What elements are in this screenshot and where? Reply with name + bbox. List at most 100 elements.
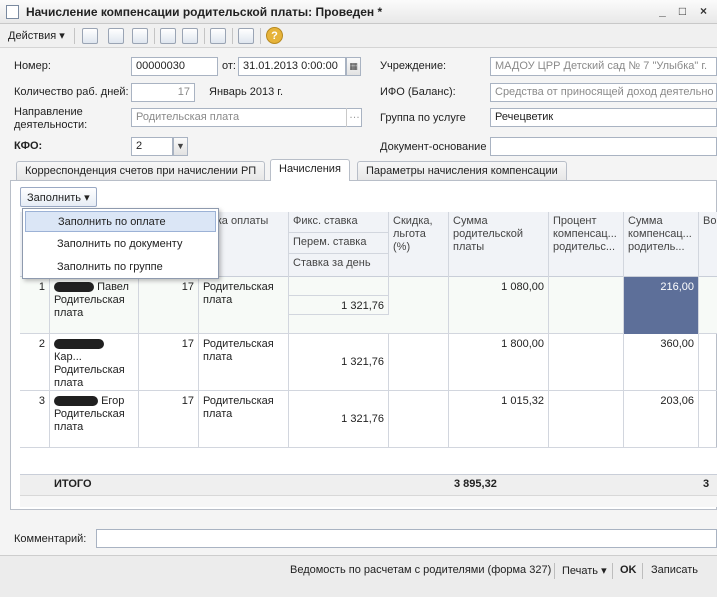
ellipsis-icon[interactable]: … [346, 108, 362, 127]
basis-field[interactable] [490, 137, 717, 156]
workdays-field[interactable]: 17 [131, 83, 195, 102]
menu-item-fill-by-document[interactable]: Заполнить по документу [25, 234, 216, 255]
fill-button-label: Заполнить [27, 192, 82, 204]
tab-correspondence[interactable]: Корреспонденция счетов при начислении РП [16, 161, 266, 181]
day-rate-cell[interactable]: 1 321,76 [289, 296, 389, 315]
tab-parameters[interactable]: Параметры начисления компенсации [357, 161, 567, 181]
child-kind: Родительская плата [54, 408, 125, 433]
basis-label: Документ-основание [380, 141, 487, 153]
day-rate-cell[interactable]: 1 321,76 [289, 391, 389, 448]
actions-label: Действия [8, 30, 57, 42]
child-name-cell[interactable]: Павел Родительская плата [50, 277, 139, 334]
document-movements-icon[interactable] [182, 28, 198, 44]
comp-percent-cell[interactable] [549, 334, 624, 391]
document-icon [6, 5, 19, 19]
horizontal-scrollbar[interactable] [20, 495, 717, 507]
extra-header: Во [703, 215, 717, 227]
days-cell[interactable]: 17 [139, 334, 199, 391]
totals-extra: 3 [703, 478, 710, 490]
service-group-label: Группа по услуге [380, 112, 466, 124]
toolbar-separator [154, 28, 155, 44]
ifo-label: ИФО (Баланс): [380, 86, 456, 98]
minimize-button[interactable]: _ [655, 4, 670, 19]
report-icon[interactable] [238, 28, 254, 44]
day-rate-cell[interactable]: 1 321,76 [289, 334, 389, 391]
menu-item-fill-by-payment[interactable]: Заполнить по оплате [25, 211, 216, 232]
totals-row [20, 474, 717, 495]
discount-cell[interactable] [389, 277, 449, 334]
parent-sum-header: Сумма родительской платы [449, 212, 549, 277]
kfo-label: КФО: [14, 140, 43, 152]
fixed-rate-header: Фикс. ставка [289, 212, 389, 233]
based-on-icon[interactable] [160, 28, 176, 44]
save-button[interactable]: Записать [651, 564, 698, 576]
menu-item-fill-by-group[interactable]: Заполнить по группе [25, 257, 216, 278]
discount-header: Скидка, льгота (%) [389, 212, 449, 277]
post-document-icon[interactable] [82, 28, 98, 44]
close-button[interactable]: × [696, 4, 711, 19]
report-form-327-button[interactable]: Ведомость по расчетам с родителями (форм… [290, 564, 551, 576]
comp-percent-cell[interactable] [549, 391, 624, 448]
parent-sum-cell[interactable]: 1 015,32 [449, 391, 549, 448]
child-kind: Родительская плата [54, 364, 125, 389]
direction-label-line2: деятельности: [14, 119, 88, 131]
number-field[interactable]: 00000030 [131, 57, 218, 76]
chevron-down-icon[interactable]: ▼ [173, 137, 188, 156]
tab-accruals[interactable]: Начисления [270, 159, 350, 181]
comp-sum-cell[interactable]: 203,06 [624, 391, 699, 448]
window-title: Начисление компенсации родительской плат… [26, 5, 383, 19]
discount-cell[interactable] [389, 391, 449, 448]
child-name-cell[interactable]: Егор Родительская плата [50, 391, 139, 448]
service-group-field[interactable]: Речецветик [490, 108, 717, 127]
print-button[interactable]: Печать ▾ [562, 564, 607, 577]
comment-field[interactable] [96, 529, 717, 548]
comp-sum-cell-selected[interactable]: 216,00 [624, 277, 699, 334]
row-number: 3 [20, 391, 50, 448]
footer-separator [612, 563, 613, 579]
child-name: Егор [101, 395, 125, 407]
chevron-down-icon: ▾ [59, 30, 65, 42]
days-cell[interactable]: 17 [139, 277, 199, 334]
totals-label: ИТОГО [54, 478, 92, 490]
ifo-field[interactable]: Средства от приносящей доход деятельно [490, 83, 717, 102]
comp-sum-header: Сумма компенсац... родитель... [624, 212, 699, 277]
days-cell[interactable]: 17 [139, 391, 199, 448]
toolbar-separator [74, 28, 75, 44]
fixed-rate-cell[interactable] [289, 277, 389, 296]
discount-cell[interactable] [389, 334, 449, 391]
comp-percent-cell[interactable] [549, 277, 624, 334]
period-text: Январь 2013 г. [209, 86, 284, 98]
structure-icon[interactable] [108, 28, 124, 44]
variable-rate-header: Перем. ставка [289, 233, 389, 254]
parent-sum-cell[interactable]: 1 080,00 [449, 277, 549, 334]
date-field[interactable]: 31.01.2013 0:00:00 [238, 57, 346, 76]
maximize-button[interactable]: □ [675, 4, 690, 19]
chevron-down-icon: ▾ [601, 565, 607, 577]
fill-button[interactable]: Заполнить ▾ [20, 187, 97, 207]
parent-sum-cell[interactable]: 1 800,00 [449, 334, 549, 391]
child-name-cell[interactable]: Кар... Родительская плата [50, 334, 139, 391]
sort-icon[interactable] [210, 28, 226, 44]
direction-field[interactable]: Родительская плата [131, 108, 362, 127]
date-label: от: [222, 60, 236, 72]
row-number: 1 [20, 277, 50, 334]
payment-type-cell[interactable]: Родительская плата [199, 334, 289, 391]
calendar-icon[interactable]: ▦ [346, 57, 361, 76]
help-icon[interactable]: ? [266, 27, 283, 44]
payment-type-cell[interactable]: Родительская плата [199, 391, 289, 448]
toolbar-separator [260, 28, 261, 44]
ok-button[interactable]: OK [620, 564, 637, 576]
payment-type-cell[interactable]: Родительская плата [199, 277, 289, 334]
title-bar: Начисление компенсации родительской плат… [0, 0, 717, 24]
fill-menu: Заполнить по оплате Заполнить по докумен… [22, 208, 219, 279]
kfo-field[interactable]: 2 [131, 137, 173, 156]
comp-percent-header: Процент компенсац... родительс... [549, 212, 624, 277]
comp-sum-cell[interactable]: 360,00 [624, 334, 699, 391]
number-label: Номер: [14, 60, 51, 72]
copy-icon[interactable] [132, 28, 148, 44]
redacted-surname [54, 339, 104, 350]
institution-field[interactable]: МАДОУ ЦРР Детский сад № 7 "Улыбка" г. [490, 57, 717, 76]
actions-menu[interactable]: Действия ▾ [8, 29, 65, 42]
table-empty-area [20, 448, 717, 474]
child-name: Кар... [54, 351, 82, 363]
